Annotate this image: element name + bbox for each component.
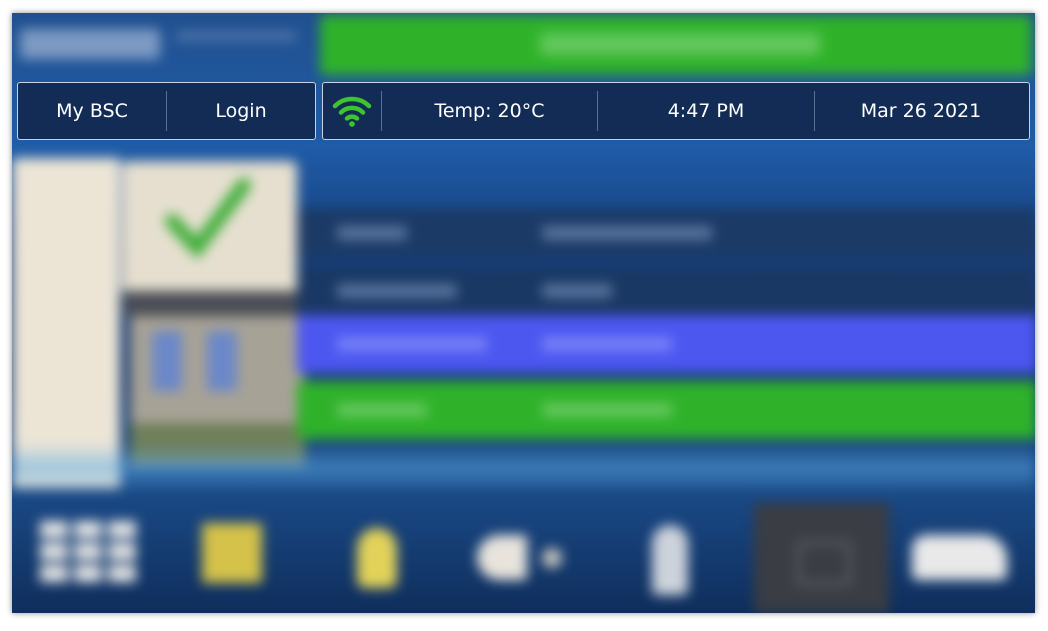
display-icon[interactable] bbox=[202, 523, 262, 583]
cabinet-band bbox=[124, 291, 304, 316]
cabinet-side bbox=[12, 158, 120, 488]
info-row bbox=[297, 209, 1035, 257]
temperature-display: Temp: 20°C bbox=[382, 83, 597, 139]
wifi-icon bbox=[332, 96, 372, 127]
login-label: Login bbox=[215, 100, 267, 122]
clock-display: 4:47 PM bbox=[598, 83, 814, 139]
status-banner bbox=[320, 15, 1032, 75]
my-bsc-button[interactable]: My BSC bbox=[18, 83, 166, 139]
downflow-row bbox=[297, 315, 1035, 373]
status-panel: Temp: 20°C 4:47 PM Mar 26 2021 bbox=[322, 82, 1030, 140]
date-display: Mar 26 2021 bbox=[815, 83, 1027, 139]
date-value: Mar 26 2021 bbox=[860, 100, 982, 122]
wifi-status[interactable] bbox=[323, 83, 381, 139]
person-icon[interactable] bbox=[652, 525, 688, 595]
my-bsc-label: My BSC bbox=[56, 100, 128, 122]
account-panel: My BSC Login bbox=[17, 82, 316, 140]
checkmark-icon bbox=[165, 178, 251, 259]
info-row bbox=[297, 267, 1035, 315]
login-button[interactable]: Login bbox=[167, 83, 315, 139]
app-screen: My BSC Login Temp: 20°C 4:47 PM Mar 26 2… bbox=[12, 13, 1035, 613]
brand-logo bbox=[16, 21, 296, 71]
time-value: 4:47 PM bbox=[667, 100, 745, 122]
fan-icon[interactable] bbox=[477, 535, 527, 580]
temperature-value: Temp: 20°C bbox=[434, 100, 545, 122]
grid-icon[interactable] bbox=[40, 521, 140, 583]
light-icon[interactable] bbox=[357, 528, 397, 588]
inflow-row bbox=[297, 381, 1035, 439]
car-icon[interactable] bbox=[912, 535, 1007, 580]
screen-icon bbox=[797, 541, 851, 585]
